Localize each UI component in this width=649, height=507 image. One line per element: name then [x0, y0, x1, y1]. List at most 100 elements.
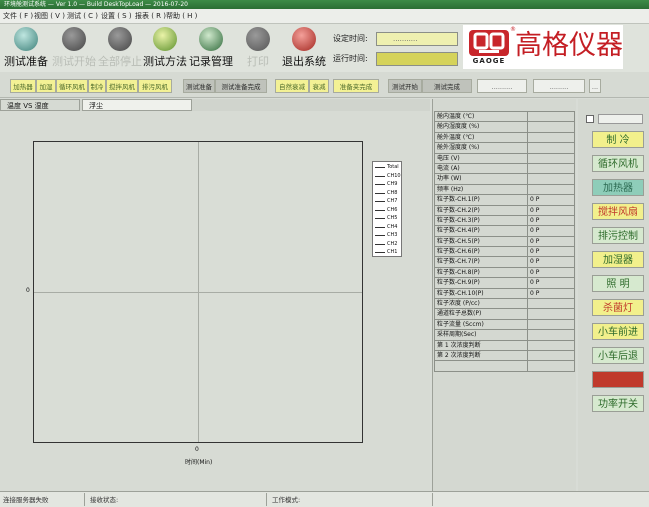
row-value: 0 P — [530, 237, 540, 245]
row-label: 粒子数-CH.7(P) — [437, 258, 480, 266]
table-row: 粒子数-CH.5(P) 0 P — [434, 236, 575, 248]
row-value: 0 P — [530, 279, 540, 287]
table-row: 粒子数-CH.10(P) 0 P — [434, 288, 575, 300]
control-button[interactable]: 照 明 — [592, 275, 644, 292]
control-button[interactable]: 加热器 — [592, 179, 644, 196]
menu-bar: 文件 ( F ) 视图 ( V ) 测试 ( C ) 设置 ( S ) 报表 (… — [0, 9, 649, 24]
row-label: 采样周期(Sec) — [437, 331, 477, 339]
set-time-field[interactable]: ........... — [376, 32, 458, 46]
legend-item-ch3: CH3 — [375, 232, 401, 239]
record-button[interactable]: 记录管理 — [188, 24, 234, 72]
table-row: 采样周期(Sec) — [434, 330, 575, 341]
menu-file[interactable]: 文件 ( F ) — [3, 11, 33, 22]
row-label: 频率 (Hz) — [437, 185, 464, 193]
control-button[interactable]: 加湿器 — [592, 251, 644, 268]
menu-settings[interactable]: 设置 ( S ) — [101, 11, 132, 22]
prep-label: 测试准备 — [4, 55, 48, 68]
gaoge-mark-icon — [469, 30, 509, 56]
control-button[interactable] — [592, 371, 644, 388]
readout-1: .......... — [477, 79, 527, 93]
row-separator — [527, 132, 528, 143]
pill-test-complete: 测试完成 — [422, 79, 472, 93]
window-titlebar: 环境舱测试系统 — Ver 1.0 — Build DeskTopLoad — … — [0, 0, 649, 9]
table-row: 粒子数-CH.8(P) 0 P — [434, 267, 575, 279]
control-button[interactable]: 排污控制 — [592, 227, 644, 244]
run-time-label: 运行时间: — [333, 54, 368, 63]
table-row: 舱内湿度度 (%) — [434, 122, 575, 133]
row-label: 粒子流量 (Sccm) — [437, 320, 484, 328]
row-value: 0 P — [530, 289, 540, 297]
exit-button[interactable]: 退出系统 — [280, 24, 328, 72]
print-button[interactable]: 打印 — [236, 24, 280, 72]
row-separator — [527, 319, 528, 330]
row-separator — [527, 122, 528, 132]
menu-help[interactable]: 帮助 ( H ) — [166, 11, 197, 22]
table-row: 粒子数-CH.2(P) 0 P — [434, 205, 575, 216]
row-label: 电压 (V) — [437, 154, 460, 162]
pill-circ-fan: 循环风机 — [56, 79, 88, 93]
row-separator — [527, 361, 528, 371]
menu-test[interactable]: 测试 ( C ) — [67, 11, 98, 22]
pill-test-start: 测试开始 — [388, 79, 422, 93]
control-button[interactable]: 杀菌灯 — [592, 299, 644, 316]
row-value: 0 P — [530, 227, 540, 235]
row-label: 舱内湿度度 (%) — [437, 123, 480, 131]
row-value: 0 P — [530, 216, 540, 224]
legend-item-ch10: CH10 — [375, 173, 401, 180]
row-label: 粒子数-CH.8(P) — [437, 268, 480, 276]
row-label: 第 1 次浓度判断 — [437, 341, 481, 349]
method-icon — [153, 27, 177, 51]
row-value: 0 P — [530, 268, 540, 276]
method-label: 测试方法 — [143, 55, 187, 68]
status-work-mode: 工作模式: — [272, 496, 301, 504]
print-label: 打印 — [247, 55, 269, 68]
measurement-table: 舱内温度 (℃) 舱内湿度度 (%) 舱外温度 (℃) 舱外湿度度 (%) 电压 (V)… — [434, 111, 575, 372]
table-row: 舱外温度 (℃) — [434, 132, 575, 144]
prep-button[interactable]: 测试准备 — [2, 24, 50, 72]
x-axis-label: 时间(Min) — [185, 459, 213, 466]
prep-icon — [14, 27, 38, 51]
row-value: 0 P — [530, 248, 540, 256]
y-tick-label: 0 — [26, 287, 30, 294]
exit-icon — [292, 27, 316, 51]
row-label: 舱外湿度度 (%) — [437, 144, 480, 152]
start-button[interactable]: 测试开始 — [50, 24, 98, 72]
method-button[interactable]: 测试方法 — [142, 24, 188, 72]
run-time-field — [376, 52, 458, 66]
row-separator — [527, 247, 528, 257]
control-button[interactable]: 搅拌风扇 — [592, 203, 644, 220]
tab-dust[interactable]: 浮尘 — [82, 99, 192, 111]
table-row: 频率 (Hz) — [434, 184, 575, 196]
tab-temp-humidity[interactable]: 温度 VS 湿度 — [0, 99, 80, 111]
control-button[interactable]: 功率开关 — [592, 395, 644, 412]
readout-2: ......... — [533, 79, 585, 93]
row-label: 舱内温度 (℃) — [437, 113, 475, 120]
row-value: 0 P — [530, 206, 540, 214]
pill-test-prep: 测试准备 — [183, 79, 215, 93]
control-button[interactable]: 循环风机 — [592, 155, 644, 172]
row-separator — [527, 205, 528, 215]
row-label: 功率 (W) — [437, 175, 462, 183]
row-separator — [527, 278, 528, 288]
control-button[interactable]: 小车前进 — [592, 323, 644, 340]
stop-all-icon — [108, 27, 132, 51]
chart-area: 0 0 时间(Min) Total CH10 CH9 CH8 CH7 CH6 C… — [0, 111, 430, 491]
x-tick-label: 0 — [195, 446, 199, 453]
panel-checkbox[interactable] — [586, 115, 594, 123]
start-label: 测试开始 — [52, 55, 96, 68]
stop-all-button[interactable]: 全部停止 — [96, 24, 144, 72]
pill-humidify: 加湿 — [36, 79, 56, 93]
row-separator — [527, 309, 528, 319]
record-icon — [199, 27, 223, 51]
table-row: 舱外湿度度 (%) — [434, 143, 575, 154]
table-row: 粒子流量 (Sccm) — [434, 319, 575, 331]
pill-test-prep-done: 测试准备完成 — [215, 79, 267, 93]
control-button[interactable]: 小车后退 — [592, 347, 644, 364]
menu-view[interactable]: 视图 ( V ) — [34, 11, 65, 22]
menu-report[interactable]: 报表 ( R ) — [135, 11, 166, 22]
chart-tabs: 温度 VS 湿度 浮尘 — [0, 99, 430, 111]
control-button[interactable]: 制 冷 — [592, 131, 644, 148]
control-panel: 制 冷循环风机加热器搅拌风扇排污控制加湿器照 明杀菌灯小车前进小车后退功率开关 — [578, 99, 649, 491]
table-row: 粒子数-CH.1(P) 0 P — [434, 195, 575, 206]
legend-item-ch8: CH8 — [375, 190, 401, 197]
